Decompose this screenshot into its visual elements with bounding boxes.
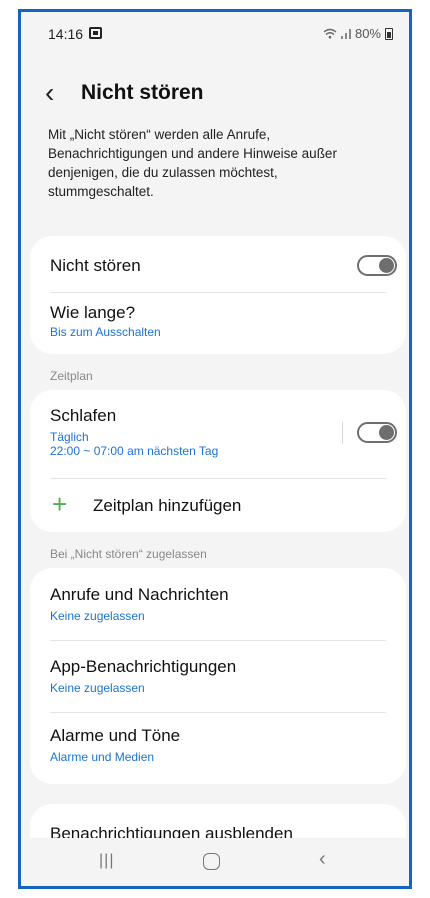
home-icon[interactable] xyxy=(203,853,220,870)
calls-title: Anrufe und Nachrichten xyxy=(50,585,229,604)
signal-icon xyxy=(340,29,351,39)
recents-icon[interactable]: ||| xyxy=(99,852,114,870)
sleep-days: Täglich xyxy=(50,430,89,444)
alarms-value: Alarme und Medien xyxy=(50,750,155,764)
status-right-group: 80% xyxy=(323,26,393,41)
back-icon[interactable]: ‹ xyxy=(319,848,326,871)
schedule-section-label: Zeitplan xyxy=(50,369,93,383)
alarms-title: Alarme und Töne xyxy=(50,726,181,745)
dnd-toggle-switch[interactable] xyxy=(357,255,397,276)
dnd-main-card: Nicht stören Wie lange? Bis zum Ausschal… xyxy=(30,236,406,354)
page-header: ‹ Nicht stören xyxy=(21,76,409,116)
duration-value: Bis zum Ausschalten xyxy=(50,325,161,339)
add-schedule-row[interactable]: + Zeitplan hinzufügen xyxy=(30,479,406,532)
dnd-toggle-row[interactable]: Nicht stören xyxy=(30,236,406,292)
sleep-time: 22:00 ~ 07:00 am nächsten Tag xyxy=(50,444,219,458)
page-title: Nicht stören xyxy=(81,81,204,104)
sleep-title: Schlafen xyxy=(50,406,117,425)
sleep-toggle-switch[interactable] xyxy=(357,422,397,443)
back-arrow-icon[interactable]: ‹ xyxy=(45,79,54,107)
status-bar: 14:16 80% xyxy=(21,12,409,58)
sleep-schedule-row[interactable]: Schlafen Täglich 22:00 ~ 07:00 am nächst… xyxy=(30,390,406,478)
message-notification-icon xyxy=(89,27,102,39)
schedule-card: Schlafen Täglich 22:00 ~ 07:00 am nächst… xyxy=(30,390,406,532)
add-schedule-label: Zeitplan hinzufügen xyxy=(93,496,242,515)
calls-messages-row[interactable]: Anrufe und Nachrichten Keine zugelassen xyxy=(30,568,406,640)
phone-screen: 14:16 80% ‹ Nicht stören Mit „Nicht stör… xyxy=(18,9,412,889)
app-notifications-row[interactable]: App-Benachrichtigungen Keine zugelassen xyxy=(30,641,406,712)
duration-row[interactable]: Wie lange? Bis zum Ausschalten xyxy=(30,293,406,354)
battery-icon xyxy=(385,27,393,40)
navigation-bar: ||| ‹ xyxy=(21,838,409,886)
plus-icon: + xyxy=(52,489,68,519)
wifi-icon xyxy=(323,28,337,39)
vertical-separator xyxy=(342,422,343,444)
allowed-card: Anrufe und Nachrichten Keine zugelassen … xyxy=(30,568,406,784)
calls-value: Keine zugelassen xyxy=(50,609,145,623)
battery-percent: 80% xyxy=(354,26,381,41)
alarms-sounds-row[interactable]: Alarme und Töne Alarme und Medien xyxy=(30,713,406,784)
status-time: 14:16 xyxy=(48,26,84,42)
page-description: Mit „Nicht stören“ werden alle Anrufe, B… xyxy=(48,127,337,199)
allowed-section-label: Bei „Nicht stören“ zugelassen xyxy=(50,547,207,561)
apps-value: Keine zugelassen xyxy=(50,681,145,695)
dnd-toggle-label: Nicht stören xyxy=(50,256,141,275)
apps-title: App-Benachrichtigungen xyxy=(50,657,237,676)
duration-title: Wie lange? xyxy=(50,303,136,322)
